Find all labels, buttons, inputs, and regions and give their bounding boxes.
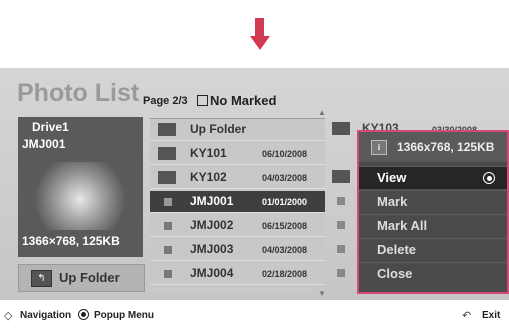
menu-item-label: View xyxy=(377,170,407,185)
photo-icon xyxy=(337,197,345,205)
navigation-hint: Navigation xyxy=(20,310,72,321)
file-list: Up Folder KY101 06/10/2008 KY102 04/03/2… xyxy=(150,118,325,293)
list-item[interactable]: JMJ002 06/15/2008 xyxy=(150,215,325,237)
radio-selected-icon xyxy=(483,172,495,184)
drive-label: Drive1 xyxy=(32,120,69,134)
folder-icon xyxy=(332,170,350,183)
popup-info-text: 1366x768, 125KB xyxy=(397,140,495,154)
list-item[interactable]: JMJ004 02/18/2008 xyxy=(150,263,325,285)
file-name: JMJ001 xyxy=(190,194,234,208)
popup-menu: i 1366x768, 125KB View Mark Mark All Del… xyxy=(357,130,509,294)
scroll-down-icon[interactable]: ▼ xyxy=(318,289,326,298)
info-icon: i xyxy=(371,140,387,155)
return-icon: ↶ xyxy=(462,310,472,322)
file-name: KY102 xyxy=(190,170,227,184)
list-item[interactable]: Up Folder xyxy=(150,119,325,141)
photo-preview: Drive1 JMJ001 1366×768, 125KB xyxy=(18,117,143,257)
popup-menu-hint: Popup Menu xyxy=(94,310,154,321)
folder-icon xyxy=(332,122,350,135)
file-date: 04/03/2008 xyxy=(262,173,308,183)
list-item[interactable]: JMJ003 04/03/2008 xyxy=(150,239,325,261)
preview-filename: JMJ001 xyxy=(22,137,66,151)
thumbnail-image xyxy=(32,162,128,230)
photo-icon xyxy=(337,221,345,229)
photo-icon xyxy=(337,269,345,277)
photo-icon xyxy=(164,246,172,254)
file-date: 06/15/2008 xyxy=(262,221,308,231)
exit-hint[interactable]: Exit xyxy=(482,310,500,321)
menu-item-view[interactable]: View xyxy=(359,166,507,189)
down-arrow-icon xyxy=(250,18,270,52)
menu-item-label: Delete xyxy=(377,242,417,257)
photo-icon xyxy=(164,198,172,206)
list-item[interactable]: JMJ001 01/01/2000 xyxy=(150,191,325,213)
up-folder-button-label: Up Folder xyxy=(59,270,120,285)
file-name: Up Folder xyxy=(190,122,246,136)
popup-menu-icon xyxy=(78,309,89,320)
folder-icon xyxy=(158,171,176,184)
photo-icon xyxy=(164,270,172,278)
list-item[interactable]: KY102 04/03/2008 xyxy=(150,167,325,189)
marked-status: No Marked xyxy=(197,93,276,108)
preview-resolution: 1366×768, 125KB xyxy=(22,234,120,248)
file-date: 02/18/2008 xyxy=(262,269,308,279)
file-name: JMJ002 xyxy=(190,218,234,232)
file-name: JMJ003 xyxy=(190,242,234,256)
page-title: Photo List xyxy=(17,79,140,107)
page-indicator: Page 2/3 xyxy=(143,95,188,107)
scroll-up-icon[interactable]: ▲ xyxy=(318,108,326,117)
menu-item-label: Close xyxy=(377,266,413,281)
menu-item-label: Mark All xyxy=(377,218,428,233)
navigation-icon: ◇ xyxy=(4,310,13,322)
menu-item-close[interactable]: Close xyxy=(359,262,507,285)
popup-info: i 1366x768, 125KB xyxy=(359,132,507,162)
menu-item-label: Mark xyxy=(377,194,408,209)
file-name: KY101 xyxy=(190,146,227,160)
file-name: JMJ004 xyxy=(190,266,234,280)
up-folder-icon xyxy=(158,123,176,136)
up-folder-button[interactable]: ↰ Up Folder xyxy=(18,264,145,292)
folder-icon xyxy=(158,147,176,160)
menu-item-mark[interactable]: Mark xyxy=(359,190,507,213)
menu-item-delete[interactable]: Delete xyxy=(359,238,507,261)
file-date: 06/10/2008 xyxy=(262,149,308,159)
photo-icon xyxy=(337,245,345,253)
checkbox-icon xyxy=(197,95,208,106)
list-item[interactable]: KY101 06/10/2008 xyxy=(150,143,325,165)
second-column xyxy=(330,118,360,292)
up-folder-icon: ↰ xyxy=(31,270,52,287)
photo-icon xyxy=(164,222,172,230)
file-date: 01/01/2000 xyxy=(262,197,308,207)
marked-label: No Marked xyxy=(210,93,277,108)
file-date: 04/03/2008 xyxy=(262,245,308,255)
menu-item-mark-all[interactable]: Mark All xyxy=(359,214,507,237)
